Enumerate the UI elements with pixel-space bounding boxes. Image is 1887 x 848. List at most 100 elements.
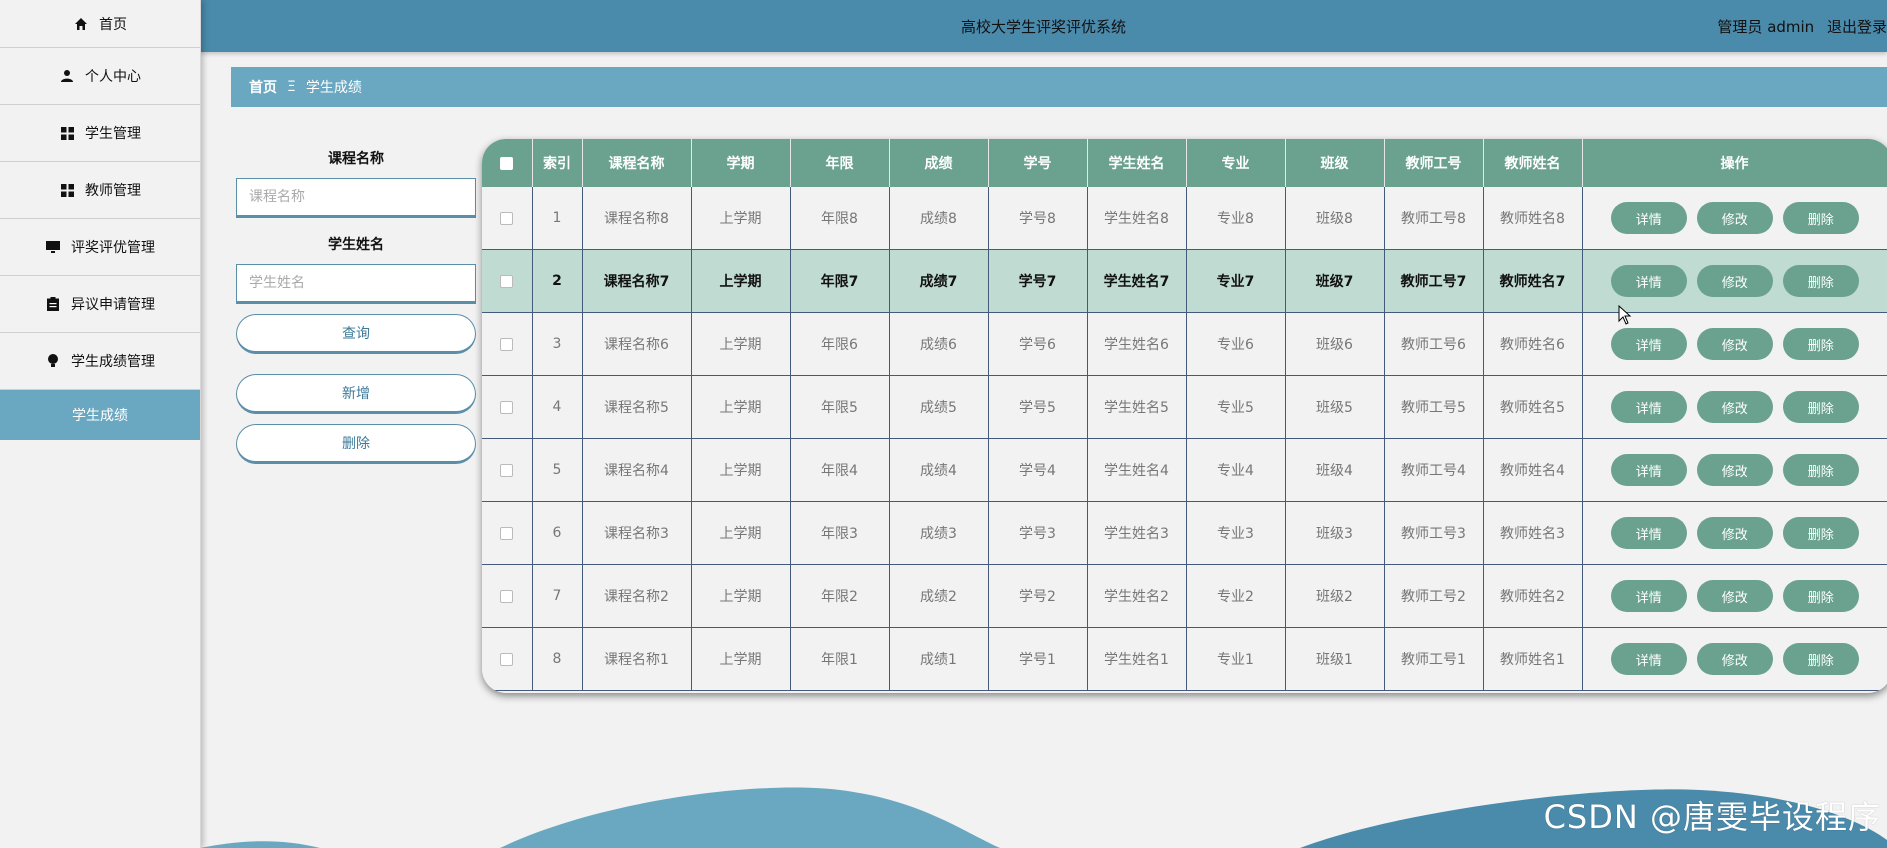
- table-cell-major: 专业1: [1186, 627, 1286, 691]
- detail-button[interactable]: 详情: [1610, 580, 1687, 612]
- table-row[interactable]: 7 课程名称2 上学期 年限2 成绩2 学号2 学生姓名2 专业2 班级2 教师工号2 教师姓名2 详…: [482, 564, 1887, 628]
- detail-button[interactable]: 详情: [1610, 328, 1687, 360]
- detail-button[interactable]: 详情: [1610, 202, 1687, 234]
- edit-button[interactable]: 修改: [1696, 454, 1773, 486]
- row-select-cell: [482, 438, 533, 502]
- delete-button[interactable]: 删除: [1782, 517, 1859, 549]
- delete-button[interactable]: 删除: [1782, 328, 1859, 360]
- row-checkbox[interactable]: [500, 400, 514, 414]
- row-checkbox[interactable]: [500, 589, 514, 603]
- table-cell-tname: 教师姓名8: [1483, 187, 1583, 250]
- sidebar-item-grades[interactable]: 学生成绩管理: [0, 333, 200, 390]
- table-cell-term: 上学期: [691, 249, 791, 313]
- row-select-cell: [482, 501, 533, 565]
- add-button[interactable]: 新增: [236, 374, 476, 414]
- table-cell-sname: 学生姓名4: [1087, 438, 1187, 502]
- delete-button[interactable]: 删除: [1782, 454, 1859, 486]
- delete-button[interactable]: 删除: [1782, 391, 1859, 423]
- edit-button[interactable]: 修改: [1696, 643, 1773, 675]
- detail-button[interactable]: 详情: [1610, 643, 1687, 675]
- detail-button[interactable]: 详情: [1610, 391, 1687, 423]
- table-cell-sid: 学号8: [988, 187, 1088, 250]
- row-checkbox[interactable]: [500, 463, 514, 477]
- row-checkbox[interactable]: [500, 337, 514, 351]
- table-cell-course: 课程名称5: [582, 375, 692, 439]
- sidebar-item-home[interactable]: 首页: [0, 0, 200, 48]
- search-form: 课程名称 学生姓名 查询 新增 删除: [236, 148, 476, 464]
- detail-button[interactable]: 详情: [1610, 265, 1687, 297]
- edit-button[interactable]: 修改: [1696, 391, 1773, 423]
- table-row[interactable]: 1 课程名称8 上学期 年限8 成绩8 学号8 学生姓名8 专业8 班级8 教师工号8 教师姓名8 详…: [482, 187, 1887, 250]
- table-row[interactable]: 6 课程名称3 上学期 年限3 成绩3 学号3 学生姓名3 专业3 班级3 教师工号3 教师姓名3 详…: [482, 501, 1887, 565]
- table-cell-index: 8: [532, 627, 583, 691]
- sidebar-subitem-label: 学生成绩: [72, 408, 128, 424]
- row-actions: 详情 修改 删除: [1582, 438, 1887, 502]
- sidebar-item-objections[interactable]: 异议申请管理: [0, 276, 200, 333]
- table-row[interactable]: 2 课程名称7 上学期 年限7 成绩7 学号7 学生姓名7 专业7 班级7 教师工号7 教师姓名7 详…: [482, 249, 1887, 313]
- sidebar-item-awards[interactable]: 评奖评优管理: [0, 219, 200, 276]
- logout-link[interactable]: 退出登录: [1827, 18, 1887, 36]
- table-cell-sname: 学生姓名6: [1087, 312, 1187, 376]
- student-name-input[interactable]: [236, 264, 476, 304]
- edit-button[interactable]: 修改: [1696, 517, 1773, 549]
- column-header: 年限: [790, 139, 890, 187]
- batch-delete-button[interactable]: 删除: [236, 424, 476, 464]
- clipboard-icon: [45, 296, 61, 312]
- table-row[interactable]: 3 课程名称6 上学期 年限6 成绩6 学号6 学生姓名6 专业6 班级6 教师工号6 教师姓名6 详…: [482, 312, 1887, 376]
- edit-button[interactable]: 修改: [1696, 202, 1773, 234]
- table-cell-major: 专业2: [1186, 564, 1286, 628]
- delete-button[interactable]: 删除: [1782, 580, 1859, 612]
- table-row[interactable]: 5 课程名称4 上学期 年限4 成绩4 学号4 学生姓名4 专业4 班级4 教师工号4 教师姓名4 详…: [482, 438, 1887, 502]
- table-cell-term: 上学期: [691, 312, 791, 376]
- table-cell-score: 成绩4: [889, 438, 989, 502]
- bulb-icon: [45, 353, 61, 369]
- table-cell-sname: 学生姓名7: [1087, 249, 1187, 313]
- table-cell-cls: 班级7: [1285, 249, 1385, 313]
- edit-button[interactable]: 修改: [1696, 580, 1773, 612]
- breadcrumb-separator: Ξ: [287, 79, 296, 95]
- table-cell-course: 课程名称7: [582, 249, 692, 313]
- table-cell-year: 年限2: [790, 564, 890, 628]
- table-cell-major: 专业7: [1186, 249, 1286, 313]
- table-cell-sid: 学号7: [988, 249, 1088, 313]
- row-actions: 详情 修改 删除: [1582, 501, 1887, 565]
- top-header: 高校大学生评奖评优系统 管理员 admin 退出登录: [200, 0, 1887, 52]
- table-cell-tid: 教师工号4: [1384, 438, 1484, 502]
- query-button[interactable]: 查询: [236, 314, 476, 354]
- table-row[interactable]: 8 课程名称1 上学期 年限1 成绩1 学号1 学生姓名1 专业1 班级1 教师工号1 教师姓名1 详…: [482, 627, 1887, 691]
- monitor-icon: [45, 239, 61, 255]
- table-cell-tname: 教师姓名1: [1483, 627, 1583, 691]
- edit-button[interactable]: 修改: [1696, 328, 1773, 360]
- delete-button[interactable]: 删除: [1782, 643, 1859, 675]
- table-cell-course: 课程名称2: [582, 564, 692, 628]
- row-checkbox[interactable]: [500, 526, 514, 540]
- row-checkbox[interactable]: [500, 274, 514, 288]
- table-cell-tname: 教师姓名2: [1483, 564, 1583, 628]
- sidebar-item-profile[interactable]: 个人中心: [0, 48, 200, 105]
- select-all-checkbox[interactable]: [500, 156, 514, 170]
- sidebar-item-students[interactable]: 学生管理: [0, 105, 200, 162]
- sidebar-subitem-student-grades[interactable]: 学生成绩: [0, 390, 200, 440]
- edit-button[interactable]: 修改: [1696, 265, 1773, 297]
- sidebar-item-teachers[interactable]: 教师管理: [0, 162, 200, 219]
- detail-button[interactable]: 详情: [1610, 454, 1687, 486]
- detail-button[interactable]: 详情: [1610, 517, 1687, 549]
- sidebar-item-label: 异议申请管理: [71, 297, 155, 313]
- column-header: 学期: [691, 139, 791, 187]
- table-cell-sname: 学生姓名5: [1087, 375, 1187, 439]
- table-cell-cls: 班级6: [1285, 312, 1385, 376]
- delete-button[interactable]: 删除: [1782, 265, 1859, 297]
- table-cell-year: 年限4: [790, 438, 890, 502]
- column-header: 专业: [1186, 139, 1286, 187]
- course-name-input[interactable]: [236, 178, 476, 218]
- table-cell-sname: 学生姓名3: [1087, 501, 1187, 565]
- row-checkbox[interactable]: [500, 211, 514, 225]
- table-row[interactable]: 4 课程名称5 上学期 年限5 成绩5 学号5 学生姓名5 专业5 班级5 教师工号5 教师姓名5 详…: [482, 375, 1887, 439]
- table-cell-sid: 学号3: [988, 501, 1088, 565]
- row-checkbox[interactable]: [500, 652, 514, 666]
- table-cell-year: 年限1: [790, 627, 890, 691]
- breadcrumb-home[interactable]: 首页: [249, 77, 277, 97]
- delete-button[interactable]: 删除: [1782, 202, 1859, 234]
- table-cell-tid: 教师工号5: [1384, 375, 1484, 439]
- table-cell-major: 专业5: [1186, 375, 1286, 439]
